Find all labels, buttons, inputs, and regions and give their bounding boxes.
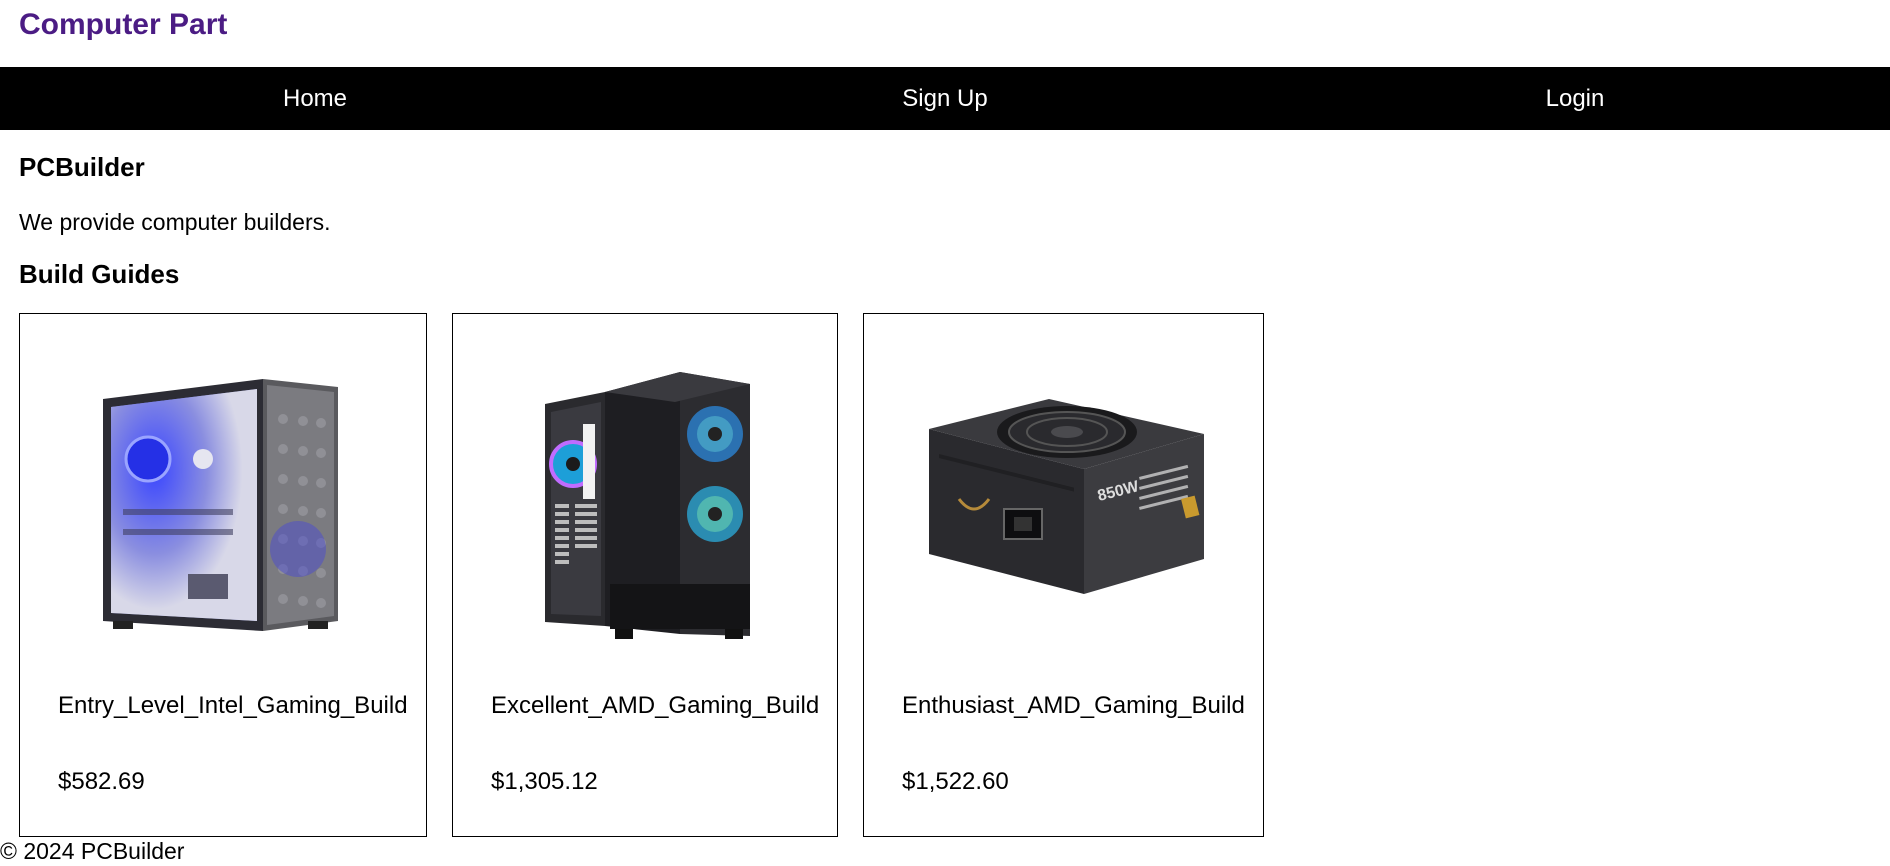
nav-signup-link[interactable]: Sign Up xyxy=(630,67,1260,130)
tagline: We provide computer builders. xyxy=(19,209,331,235)
build-guides-heading: Build Guides xyxy=(19,259,180,289)
card-title[interactable]: Enthusiast_AMD_Gaming_Build xyxy=(902,692,1245,720)
power-supply-icon[interactable]: 850W xyxy=(864,349,1263,649)
build-card-enthusiast-amd[interactable]: 850W Enthusiast_AMD_Gaming_Build $1,522.… xyxy=(863,313,1264,837)
build-card-entry-level[interactable]: Entry_Level_Intel_Gaming_Build $582.69 xyxy=(19,313,427,837)
nav-login-link[interactable]: Login xyxy=(1260,67,1890,130)
footer-copyright: © 2024 PCBuilder xyxy=(0,838,185,864)
site-title: Computer Part xyxy=(19,8,228,41)
card-price: $1,305.12 xyxy=(491,768,598,795)
nav-home-link[interactable]: Home xyxy=(0,67,630,130)
build-card-excellent-amd[interactable]: Excellent_AMD_Gaming_Build $1,305.12 xyxy=(452,313,838,837)
pc-case-blue-icon[interactable] xyxy=(20,349,426,649)
card-price: $1,522.60 xyxy=(902,768,1009,795)
card-title[interactable]: Excellent_AMD_Gaming_Build xyxy=(491,692,819,720)
card-title[interactable]: Entry_Level_Intel_Gaming_Build xyxy=(58,692,408,720)
card-price: $582.69 xyxy=(58,768,145,795)
pc-case-rgb-fans-icon[interactable] xyxy=(453,349,837,649)
main-navbar: Home Sign Up Login xyxy=(0,67,1890,130)
brand-heading: PCBuilder xyxy=(19,152,145,182)
